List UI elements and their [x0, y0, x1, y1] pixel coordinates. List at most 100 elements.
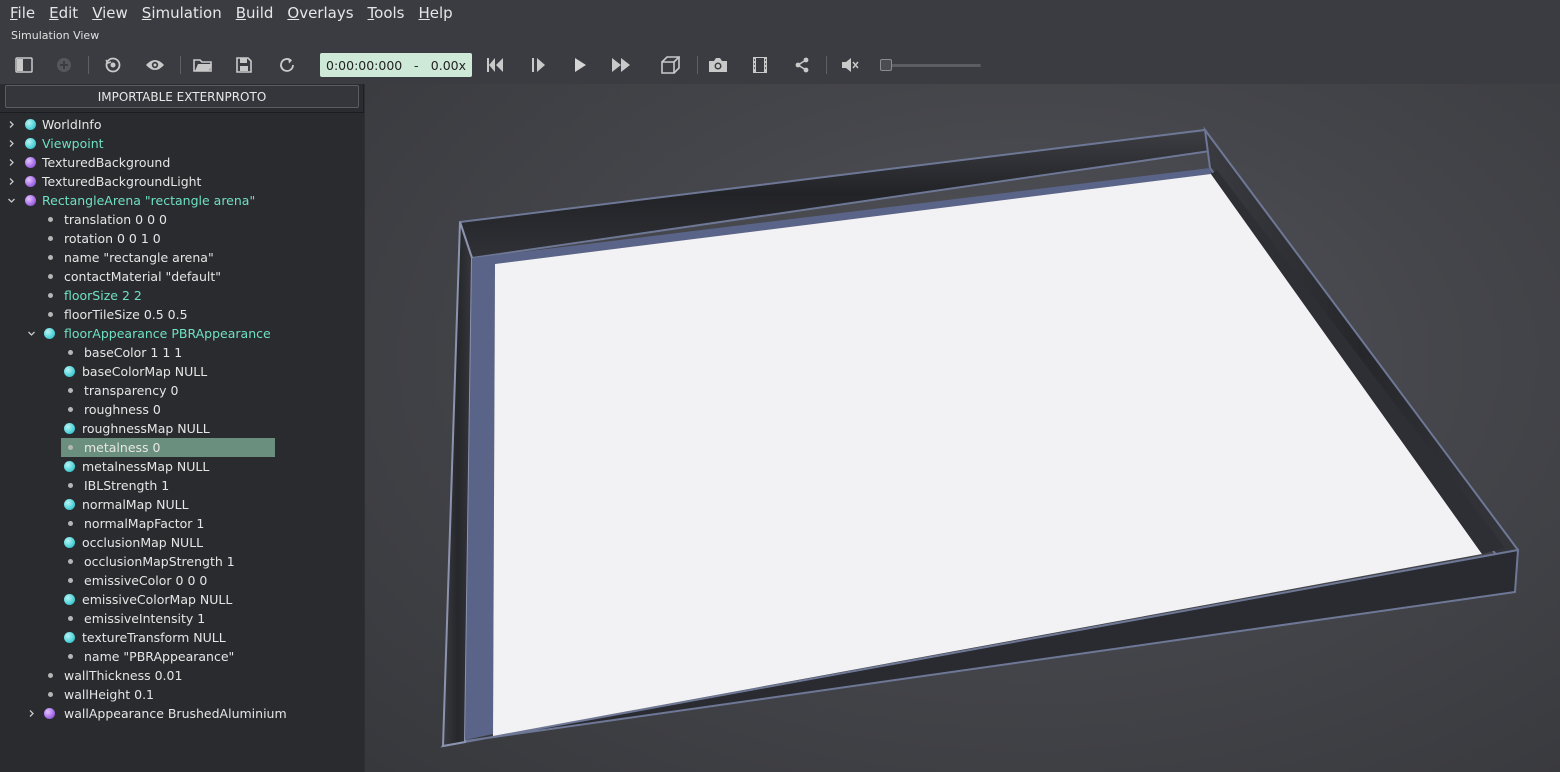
tree-item[interactable]: rotation 0 0 1 0: [0, 229, 364, 248]
tree-item-label: baseColor 1 1 1: [84, 345, 183, 360]
tree-item[interactable]: baseColor 1 1 1: [0, 343, 364, 362]
field-bullet-icon: [68, 578, 73, 583]
node-sphere-icon: [64, 423, 75, 434]
menu-tools[interactable]: Tools: [361, 0, 412, 26]
tree-item-label: normalMap NULL: [82, 497, 189, 512]
importable-externproto-button[interactable]: IMPORTABLE EXTERNPROTO: [5, 85, 359, 108]
save-icon[interactable]: [230, 52, 258, 78]
tree-item[interactable]: emissiveIntensity 1: [0, 609, 364, 628]
tree-item-label: normalMapFactor 1: [84, 516, 205, 531]
tree-item-label: WorldInfo: [42, 117, 102, 132]
add-node-icon[interactable]: [50, 52, 78, 78]
tree-item[interactable]: TexturedBackgroundLight: [0, 172, 364, 191]
tree-item[interactable]: emissiveColorMap NULL: [0, 590, 364, 609]
menu-build[interactable]: Build: [229, 0, 281, 26]
tree-item[interactable]: wallThickness 0.01: [0, 666, 364, 685]
speed-value: 0.00x: [430, 57, 466, 73]
tree-item[interactable]: baseColorMap NULL: [0, 362, 364, 381]
tree-item[interactable]: floorTileSize 0.5 0.5: [0, 305, 364, 324]
tree-item[interactable]: normalMap NULL: [0, 495, 364, 514]
tree-item[interactable]: wallAppearance BrushedAluminium: [0, 704, 364, 723]
scene-tree-panel: IMPORTABLE EXTERNPROTO WorldInfo Viewpoin…: [0, 84, 364, 772]
tree-item[interactable]: Viewpoint: [0, 134, 364, 153]
tree-item-label: translation 0 0 0: [64, 212, 167, 227]
reload-icon[interactable]: [273, 52, 301, 78]
tree-item[interactable]: occlusionMap NULL: [0, 533, 364, 552]
tree-item[interactable]: wallHeight 0.1: [0, 685, 364, 704]
time-value: 0:00:00:000: [326, 57, 403, 73]
tree-item[interactable]: transparency 0: [0, 381, 364, 400]
tree-item-label: TexturedBackground: [42, 155, 171, 170]
tree-item-label: wallAppearance BrushedAluminium: [64, 706, 287, 721]
tree-item-label: name "PBRAppearance": [84, 649, 235, 664]
tree-item[interactable]: name "rectangle arena": [0, 248, 364, 267]
tree-item[interactable]: occlusionMapStrength 1: [0, 552, 364, 571]
tree-item[interactable]: roughness 0: [0, 400, 364, 419]
open-folder-icon[interactable]: [189, 52, 217, 78]
3d-viewport[interactable]: [365, 84, 1560, 772]
tree-item[interactable]: translation 0 0 0: [0, 210, 364, 229]
arena-render: [440, 126, 1520, 748]
menu-help[interactable]: Help: [412, 0, 460, 26]
tree-item-label: TexturedBackgroundLight: [42, 174, 202, 189]
share-icon[interactable]: [788, 52, 816, 78]
field-bullet-icon: [68, 654, 73, 659]
reset-view-icon[interactable]: [99, 52, 127, 78]
tree-item-label: floorTileSize 0.5 0.5: [64, 307, 188, 322]
time-separator: -: [414, 57, 419, 73]
tree-item-label: metalness 0: [84, 440, 161, 455]
field-bullet-icon: [68, 388, 73, 393]
tree-item[interactable]: metalnessMap NULL: [0, 457, 364, 476]
volume-slider[interactable]: [885, 64, 981, 67]
menu-overlays[interactable]: Overlays: [280, 0, 360, 26]
tree-item[interactable]: textureTransform NULL: [0, 628, 364, 647]
field-bullet-icon: [48, 312, 53, 317]
field-bullet-icon: [68, 350, 73, 355]
field-bullet-icon: [48, 236, 53, 241]
field-bullet-icon: [48, 274, 53, 279]
menu-simulation[interactable]: Simulation: [135, 0, 229, 26]
eye-icon[interactable]: [141, 52, 169, 78]
tree-item[interactable]: roughnessMap NULL: [0, 419, 364, 438]
mute-icon[interactable]: [836, 52, 864, 78]
field-bullet-icon: [68, 445, 73, 450]
tree-item-label: emissiveColorMap NULL: [82, 592, 233, 607]
tree-item[interactable]: emissiveColor 0 0 0: [0, 571, 364, 590]
menu-file[interactable]: File: [3, 0, 42, 26]
step-icon[interactable]: [524, 52, 552, 78]
scene-tree-toggle-icon[interactable]: [10, 52, 38, 78]
skip-back-icon[interactable]: [481, 52, 509, 78]
simulation-time-display: 0:00:00:000 - 0.00x: [320, 53, 472, 77]
view-title: Simulation View: [0, 26, 1560, 46]
perspective-cube-icon[interactable]: [656, 52, 684, 78]
field-bullet-icon: [68, 521, 73, 526]
tree-item[interactable]: name "PBRAppearance": [0, 647, 364, 666]
tree-item[interactable]: metalness 0: [0, 438, 364, 457]
scene-tree: WorldInfo Viewpoint TexturedBackground Text…: [0, 112, 364, 772]
node-sphere-icon: [64, 594, 75, 605]
tree-item[interactable]: normalMapFactor 1: [0, 514, 364, 533]
tree-item[interactable]: WorldInfo: [0, 115, 364, 134]
tree-item-label: transparency 0: [84, 383, 179, 398]
menu-edit[interactable]: Edit: [42, 0, 85, 26]
camera-icon[interactable]: [704, 52, 732, 78]
toolbar: 0:00:00:000 - 0.00x: [0, 46, 1560, 84]
field-bullet-icon: [68, 616, 73, 621]
tree-item[interactable]: IBLStrength 1: [0, 476, 364, 495]
menu-view[interactable]: View: [85, 0, 135, 26]
tree-item[interactable]: TexturedBackground: [0, 153, 364, 172]
movie-icon[interactable]: [746, 52, 774, 78]
fast-forward-icon[interactable]: [607, 52, 635, 78]
tree-item[interactable]: floorAppearance PBRAppearance: [0, 324, 364, 343]
chevron-right-icon[interactable]: [25, 704, 37, 729]
tree-item[interactable]: contactMaterial "default": [0, 267, 364, 286]
field-bullet-icon: [48, 673, 53, 678]
node-sphere-icon: [44, 708, 55, 719]
play-icon[interactable]: [566, 52, 594, 78]
node-sphere-icon: [64, 499, 75, 510]
node-sphere-icon: [25, 176, 36, 187]
tree-item-label: wallThickness 0.01: [64, 668, 183, 683]
tree-item[interactable]: RectangleArena "rectangle arena": [0, 191, 364, 210]
volume-slider-handle[interactable]: [880, 59, 892, 71]
tree-item[interactable]: floorSize 2 2: [0, 286, 364, 305]
